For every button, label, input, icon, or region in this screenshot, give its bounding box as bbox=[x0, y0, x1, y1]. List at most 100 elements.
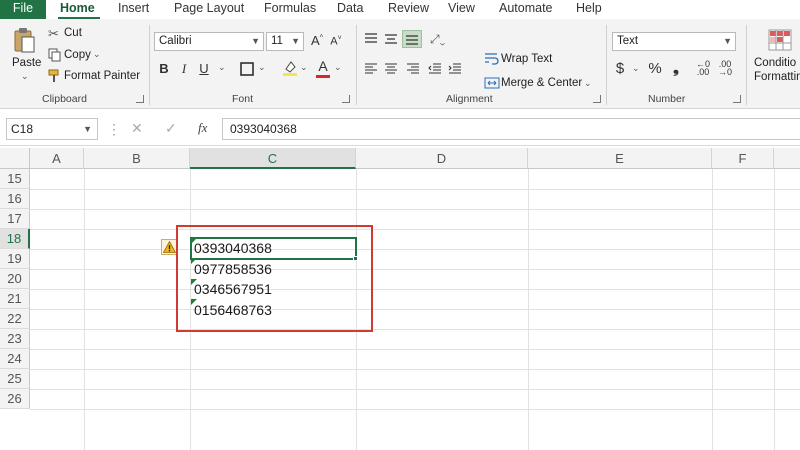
row-header-22[interactable]: 22 bbox=[0, 309, 30, 329]
increase-indent-icon[interactable] bbox=[448, 63, 462, 75]
select-all-corner[interactable] bbox=[0, 148, 30, 169]
merge-center-button[interactable]: Merge & Center bbox=[501, 77, 582, 89]
column-header-d[interactable]: D bbox=[356, 148, 528, 169]
cancel-icon[interactable]: ✕ bbox=[131, 120, 143, 137]
insert-function-button[interactable]: fx bbox=[198, 120, 207, 136]
wrap-text-button[interactable]: Wrap Text bbox=[501, 53, 552, 65]
borders-icon[interactable] bbox=[240, 62, 254, 76]
column-headers: A B C D E F bbox=[0, 148, 800, 169]
conditional-formatting-button[interactable]: Conditio bbox=[754, 57, 796, 69]
font-name-select[interactable]: Calibri ▼ bbox=[154, 32, 264, 51]
row-header-25[interactable]: 25 bbox=[0, 369, 30, 389]
name-box[interactable]: C18 ▼ bbox=[6, 118, 98, 140]
font-size-select[interactable]: 11 ▼ bbox=[266, 32, 304, 51]
gridline bbox=[712, 169, 713, 450]
number-launcher-icon[interactable] bbox=[733, 95, 741, 103]
italic-button[interactable]: I bbox=[178, 61, 190, 77]
row-header-15[interactable]: 15 bbox=[0, 169, 30, 189]
underline-dropdown-icon[interactable]: ⌄ bbox=[218, 62, 226, 73]
tab-view[interactable]: View bbox=[448, 0, 475, 19]
increase-font-icon[interactable]: A^ bbox=[309, 33, 325, 48]
cut-button[interactable]: Cut bbox=[64, 27, 82, 39]
chevron-down-icon: ▼ bbox=[291, 36, 300, 46]
divider bbox=[149, 25, 150, 105]
format-painter-icon bbox=[48, 69, 59, 82]
row-header-20[interactable]: 20 bbox=[0, 269, 30, 289]
row-header-17[interactable]: 17 bbox=[0, 209, 30, 229]
ribbon-tabs: File Home Insert Page Layout Formulas Da… bbox=[0, 0, 800, 20]
copy-button[interactable]: Copy bbox=[64, 49, 91, 61]
gridline bbox=[30, 209, 800, 210]
gridline bbox=[30, 229, 800, 230]
decrease-decimal-icon[interactable]: .00 →0 bbox=[716, 60, 734, 77]
gridline bbox=[528, 169, 529, 450]
column-header-a[interactable]: A bbox=[30, 148, 84, 169]
tab-file[interactable]: File bbox=[0, 0, 46, 19]
copy-dropdown-icon[interactable]: ⌄ bbox=[93, 49, 101, 60]
tab-formulas[interactable]: Formulas bbox=[264, 0, 316, 19]
tab-automate[interactable]: Automate bbox=[499, 0, 553, 19]
orientation-icon[interactable]: ⤢⌄ bbox=[430, 32, 445, 47]
percent-button[interactable]: % bbox=[647, 60, 663, 77]
gridline bbox=[30, 309, 800, 310]
tab-page-layout[interactable]: Page Layout bbox=[174, 0, 244, 19]
underline-button[interactable]: U bbox=[198, 61, 210, 76]
column-header-e[interactable]: E bbox=[528, 148, 712, 169]
merge-center-icon bbox=[484, 77, 500, 89]
align-top-icon[interactable] bbox=[364, 33, 378, 45]
clipboard-launcher-icon[interactable] bbox=[136, 95, 144, 103]
number-format-select[interactable]: Text ▼ bbox=[612, 32, 736, 51]
increase-decimal-icon[interactable]: ←0.00 bbox=[694, 60, 712, 77]
comma-button[interactable]: ❟ bbox=[670, 60, 682, 77]
row-header-18[interactable]: 18 bbox=[0, 229, 30, 249]
row-header-23[interactable]: 23 bbox=[0, 329, 30, 349]
gridline bbox=[30, 189, 800, 190]
borders-dropdown-icon[interactable]: ⌄ bbox=[258, 62, 266, 73]
decrease-font-icon[interactable]: A˅ bbox=[329, 35, 343, 48]
row-header-26[interactable]: 26 bbox=[0, 389, 30, 409]
ribbon-home: Paste ⌄ ✂ Cut Copy ⌄ Format Painter Clip… bbox=[0, 19, 800, 109]
currency-dropdown-icon[interactable]: ⌄ bbox=[632, 63, 640, 74]
gridline bbox=[84, 169, 85, 450]
currency-button[interactable]: $ bbox=[614, 60, 626, 77]
format-painter-button[interactable]: Format Painter bbox=[64, 70, 140, 82]
row-header-21[interactable]: 21 bbox=[0, 289, 30, 309]
number-group-label: Number bbox=[648, 93, 686, 105]
decrease-indent-icon[interactable] bbox=[428, 63, 442, 75]
gridline bbox=[30, 409, 800, 410]
column-header-f[interactable]: F bbox=[712, 148, 774, 169]
merge-dropdown-icon[interactable]: ⌄ bbox=[584, 78, 592, 89]
align-middle-icon[interactable] bbox=[384, 33, 398, 45]
gridline bbox=[30, 289, 800, 290]
align-left-icon[interactable] bbox=[364, 63, 378, 75]
row-header-19[interactable]: 19 bbox=[0, 249, 30, 269]
chevron-down-icon: ▼ bbox=[251, 36, 260, 46]
copy-icon bbox=[48, 48, 61, 62]
align-center-icon[interactable] bbox=[384, 63, 398, 75]
gridline bbox=[30, 389, 800, 390]
column-header-b[interactable]: B bbox=[84, 148, 190, 169]
highlight-box bbox=[176, 225, 373, 332]
tab-review[interactable]: Review bbox=[388, 0, 429, 19]
wrap-text-icon bbox=[485, 53, 499, 65]
row-header-16[interactable]: 16 bbox=[0, 189, 30, 209]
divider bbox=[356, 25, 357, 105]
font-group-label: Font bbox=[232, 93, 254, 105]
font-color-icon[interactable]: A bbox=[315, 58, 331, 74]
tab-help[interactable]: Help bbox=[576, 0, 602, 19]
fill-color-icon[interactable] bbox=[282, 59, 298, 77]
row-header-24[interactable]: 24 bbox=[0, 349, 30, 369]
column-header-c[interactable]: C bbox=[190, 148, 356, 169]
align-right-icon[interactable] bbox=[406, 63, 420, 75]
formula-input[interactable]: 0393040368 bbox=[222, 118, 800, 140]
enter-icon[interactable]: ✓ bbox=[165, 120, 177, 137]
gridline bbox=[30, 269, 800, 270]
gridline bbox=[30, 329, 800, 330]
bold-button[interactable]: B bbox=[158, 61, 170, 76]
tab-data[interactable]: Data bbox=[337, 0, 363, 19]
font-launcher-icon[interactable] bbox=[342, 95, 350, 103]
tab-insert[interactable]: Insert bbox=[118, 0, 149, 19]
font-color-dropdown-icon[interactable]: ⌄ bbox=[334, 62, 342, 73]
fill-color-dropdown-icon[interactable]: ⌄ bbox=[300, 62, 308, 73]
alignment-launcher-icon[interactable] bbox=[593, 95, 601, 103]
